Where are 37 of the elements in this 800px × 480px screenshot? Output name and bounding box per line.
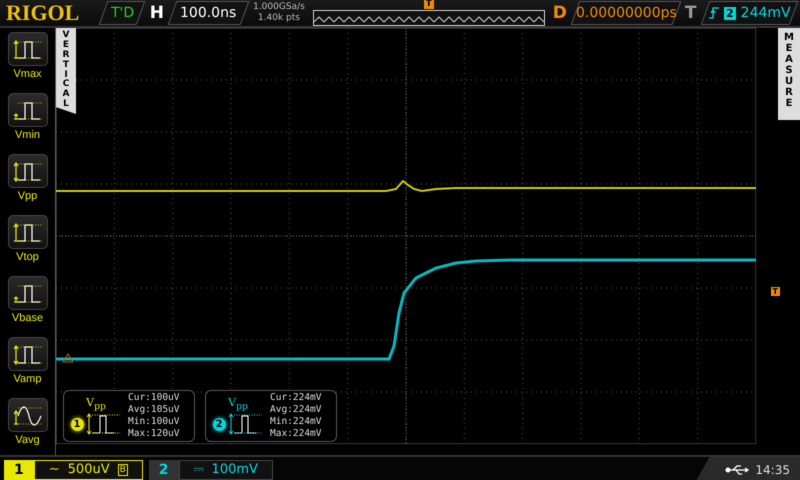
channel-badge: 2 [212, 418, 226, 431]
trigger-label: T [684, 3, 697, 23]
trigger-display[interactable]: 2 244mV [700, 1, 798, 25]
vertical-tab[interactable]: VERTICAL [56, 28, 76, 114]
measure-tab[interactable]: MEASURE [778, 28, 800, 120]
clock: 14:35 [755, 462, 790, 476]
measurement-value: Min:100uV [128, 416, 180, 428]
channel-scale[interactable]: ⎓ 100mV [178, 460, 273, 480]
bandwidth-limit-indicator: B [118, 464, 128, 476]
measurement-value: Min:224mV [270, 416, 322, 428]
measurement-value: Max:224mV [270, 428, 322, 440]
timebase-display[interactable]: 100.0ns [168, 1, 250, 25]
measurement-title: V$_{pp}$ [86, 396, 106, 412]
channel-tab[interactable]: 2 [148, 460, 179, 480]
rising-edge-icon [708, 7, 718, 19]
trigger-level: 244mV [740, 5, 790, 21]
brand-logo: RIGOL [6, 0, 80, 26]
trigger-source: 2 [723, 6, 736, 20]
usb-icon [725, 464, 750, 476]
measurement-title: V$_{pp}$ [228, 396, 248, 412]
delay-display[interactable]: 0.00000000ps [570, 1, 682, 25]
measurement-value: Avg:224mV [270, 404, 322, 416]
pulse-icon [228, 412, 264, 436]
pulse-icon [86, 412, 122, 436]
horizontal-label: H [150, 3, 164, 23]
channel-badge: 1 [70, 418, 84, 431]
channel-tab[interactable]: 1 [4, 460, 34, 480]
measurement-value: Max:120uV [128, 428, 180, 440]
measurement-value: Cur:224mV [270, 392, 322, 404]
measurement-value: Avg:105uV [128, 404, 180, 416]
measurement-value: Cur:100uV [128, 392, 180, 404]
delay-label: D [552, 3, 567, 23]
run-status[interactable]: T'D [99, 1, 146, 25]
channel-scale[interactable]: ~ 500uV B [34, 460, 143, 480]
ground-marker-icon [62, 353, 74, 362]
acquisition-info: 1.000GSa/s 1.40k pts [253, 2, 305, 24]
trigger-level-marker: T [770, 287, 780, 296]
